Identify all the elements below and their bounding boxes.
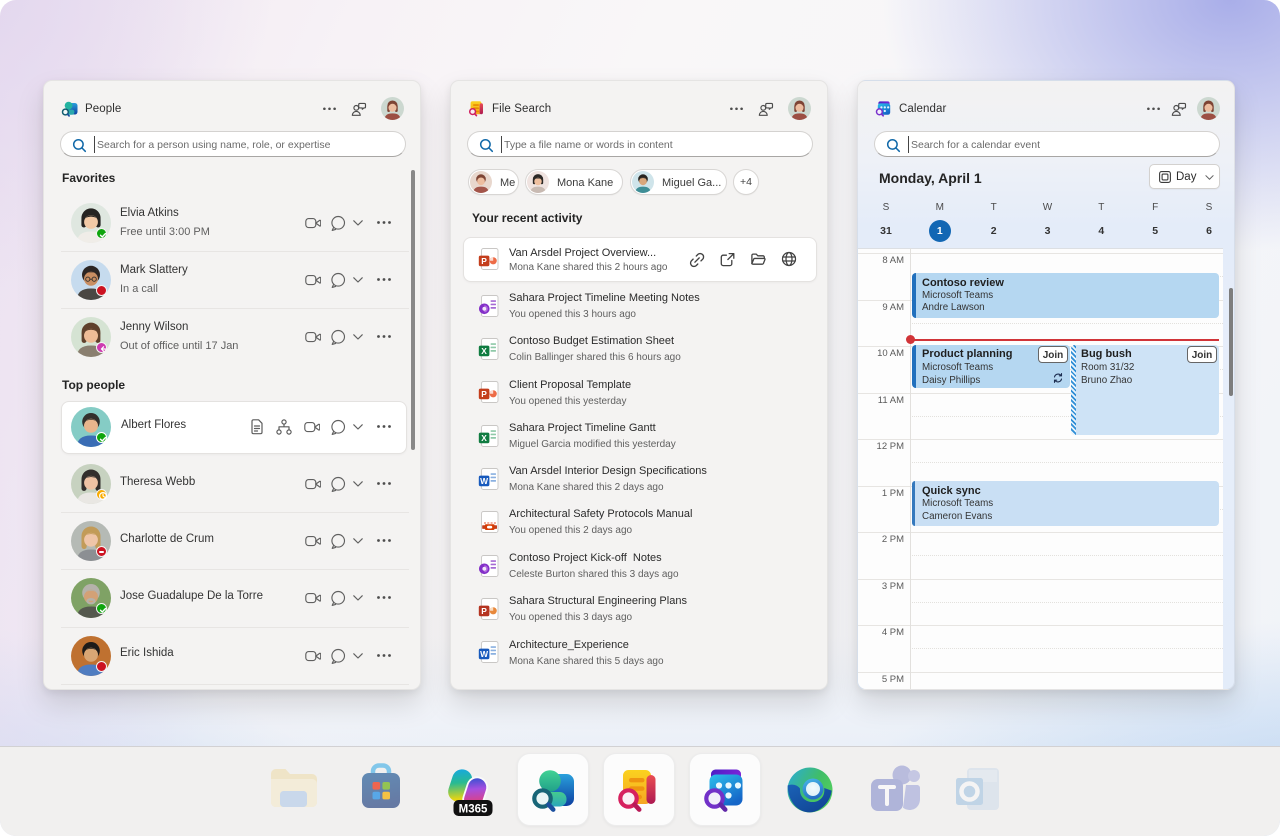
svg-text:P: P bbox=[481, 256, 487, 266]
svg-text:M365: M365 bbox=[459, 803, 488, 815]
svg-text:P: P bbox=[481, 389, 487, 399]
svg-text:P: P bbox=[481, 606, 487, 616]
svg-text:W: W bbox=[480, 476, 488, 486]
svg-text:W: W bbox=[480, 649, 488, 659]
svg-text:X: X bbox=[481, 346, 487, 356]
svg-text:X: X bbox=[481, 433, 487, 443]
